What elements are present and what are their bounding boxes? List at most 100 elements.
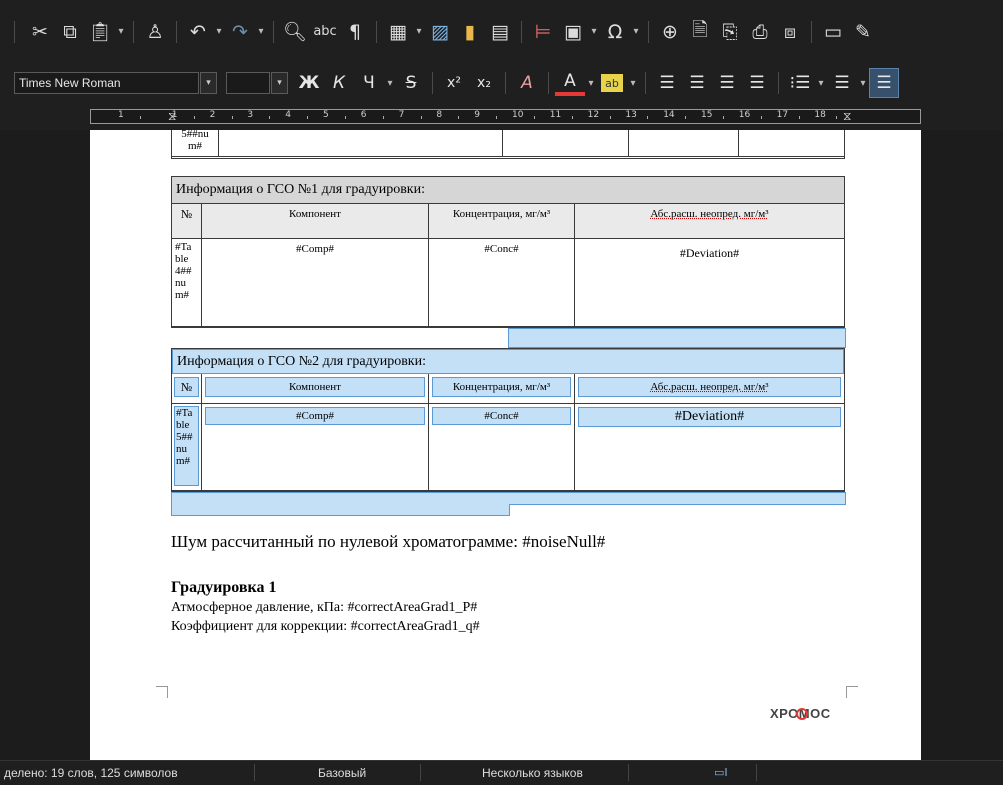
selection-count[interactable]: делено: 19 слов, 125 символов [4, 766, 178, 780]
page-style[interactable]: Базовый [318, 766, 366, 780]
redo-dropdown-icon[interactable]: ▾ [255, 17, 267, 47]
insert-mode-icon[interactable]: ▭I [714, 766, 728, 779]
highlight-button[interactable]: ab [601, 74, 623, 92]
deviation-cell[interactable]: #Deviation# [575, 239, 844, 327]
horizontal-ruler[interactable]: 1 1 2 3 4 5 6 7 8 9 10 11 12 13 14 15 16 17 18 ⧖ ⧖ [0, 103, 1003, 130]
spellcheck-icon[interactable]: abc [310, 17, 340, 47]
footnote-icon[interactable]: 🗎︎ [685, 17, 715, 47]
pressure-line[interactable]: Атмосферное давление, кПа: #correctAreaG… [171, 600, 477, 616]
component-cell[interactable]: #Comp# [202, 404, 429, 491]
paste-icon[interactable]: 📋︎ [85, 17, 115, 47]
unordered-list-icon[interactable]: ⁝☰ [785, 68, 815, 98]
superscript-button[interactable]: x² [439, 68, 469, 98]
coef-line[interactable]: Коэффициент для коррекции: #correctAreaG… [171, 619, 480, 635]
insert-field-icon[interactable]: ▣ [558, 17, 588, 47]
cross-reference-icon[interactable]: ⧈ [775, 17, 805, 47]
table-caption[interactable]: Информация о ГСО №2 для градуировки: [172, 349, 844, 374]
align-center-icon[interactable]: ☰ [682, 68, 712, 98]
font-name-box[interactable]: Times New Roman [14, 72, 199, 94]
paste-dropdown-icon[interactable]: ▾ [115, 17, 127, 47]
header-concentration[interactable]: Концентрация, мг/м³ [429, 374, 575, 404]
text-language[interactable]: Несколько языков [482, 766, 583, 780]
header-concentration[interactable]: Концентрация, мг/м³ [429, 204, 575, 239]
comment-icon[interactable]: ▭ [818, 17, 848, 47]
cut-icon[interactable]: ✂ [25, 17, 55, 47]
hyperlink-icon[interactable]: ⊕ [655, 17, 685, 47]
ordered-list-dropdown-icon[interactable]: ▾ [857, 68, 869, 98]
gso2-table[interactable]: Информация о ГСО №2 для градуировки: № К… [171, 348, 845, 492]
insert-table-icon[interactable]: ▦ [383, 17, 413, 47]
align-left-icon[interactable]: ☰ [652, 68, 682, 98]
table-cell[interactable]: 5##nu m# [172, 130, 219, 157]
clear-formatting-icon[interactable]: A [512, 68, 542, 98]
field-dropdown-icon[interactable]: ▾ [588, 17, 600, 47]
italic-button[interactable]: К [324, 68, 354, 98]
page-break-icon[interactable]: ⊨ [528, 17, 558, 47]
insert-chart-icon[interactable]: ▮ [455, 17, 485, 47]
deviation-text[interactable]: #Deviation# [578, 407, 841, 427]
header-component[interactable]: Компонент [202, 374, 429, 404]
header-component-text[interactable]: Компонент [205, 377, 425, 397]
font-size-dropdown-icon[interactable]: ▾ [271, 72, 288, 94]
grad-title[interactable]: Градуировка 1 [171, 579, 277, 597]
header-deviation[interactable]: Абс.расш. неопред. мг/м³ [575, 204, 844, 239]
left-indent-marker[interactable]: ⧖ [168, 109, 176, 124]
endnote-icon[interactable]: ⎘ [715, 17, 745, 47]
concentration-cell[interactable]: #Conc# [429, 239, 575, 327]
special-character-icon[interactable]: Ω [600, 17, 630, 47]
right-indent-marker[interactable]: ⧖ [843, 109, 851, 124]
find-replace-icon[interactable]: 🔍︎ [280, 17, 310, 47]
align-right-icon[interactable]: ☰ [712, 68, 742, 98]
noise-line[interactable]: Шум рассчитанный по нулевой хроматограмм… [171, 532, 605, 552]
underline-dropdown-icon[interactable]: ▾ [384, 68, 396, 98]
concentration-cell[interactable]: #Conc# [429, 404, 575, 491]
font-color-button[interactable]: A [555, 70, 585, 96]
table-cell[interactable] [629, 130, 739, 157]
font-color-dropdown-icon[interactable]: ▾ [585, 68, 597, 98]
insert-textbox-icon[interactable]: ▤ [485, 17, 515, 47]
undo-icon[interactable]: ↶ [183, 17, 213, 47]
deviation-cell[interactable]: #Deviation# [575, 404, 844, 491]
row-number-cell[interactable]: #Ta ble 4## nu m# [172, 239, 202, 327]
previous-table-tail[interactable]: 5##nu m# [171, 130, 845, 159]
row-number-cell[interactable]: #Ta ble 5## nu m# [172, 404, 202, 491]
insert-image-icon[interactable]: ▨ [425, 17, 455, 47]
header-concentration-text[interactable]: Концентрация, мг/м³ [432, 377, 571, 397]
track-changes-icon[interactable]: ✎ [848, 17, 878, 47]
copy-icon[interactable]: ⧉ [55, 17, 85, 47]
bookmark-icon[interactable]: ⎙ [745, 17, 775, 47]
table-dropdown-icon[interactable]: ▾ [413, 17, 425, 47]
no-list-icon[interactable]: ☰ [869, 68, 899, 98]
table-cell[interactable] [739, 130, 845, 157]
table-caption[interactable]: Информация о ГСО №1 для градуировки: [172, 177, 844, 204]
row-number-text[interactable]: #Ta ble 5## nu m# [174, 406, 199, 486]
formatting-marks-icon[interactable]: ¶ [340, 17, 370, 47]
ruler-track[interactable]: 1 1 2 3 4 5 6 7 8 9 10 11 12 13 14 15 16 17 18 ⧖ ⧖ [90, 109, 921, 124]
unordered-list-dropdown-icon[interactable]: ▾ [815, 68, 827, 98]
undo-dropdown-icon[interactable]: ▾ [213, 17, 225, 47]
justify-icon[interactable]: ☰ [742, 68, 772, 98]
bold-button[interactable]: Ж [294, 68, 324, 98]
special-character-dropdown-icon[interactable]: ▾ [630, 17, 642, 47]
ordered-list-icon[interactable]: ☰ [827, 68, 857, 98]
table-cell[interactable] [219, 130, 503, 157]
document-page[interactable]: 5##nu m# Информация о ГСО №1 для градуир… [90, 130, 921, 760]
component-text[interactable]: #Comp# [205, 407, 425, 425]
clone-formatting-icon[interactable]: ♙ [140, 17, 170, 47]
gso1-table[interactable]: Информация о ГСО №1 для градуировки: № К… [171, 176, 845, 328]
font-size-box[interactable] [226, 72, 270, 94]
subscript-button[interactable]: x₂ [469, 68, 499, 98]
header-number[interactable]: № [172, 204, 202, 239]
concentration-text[interactable]: #Conc# [432, 407, 571, 425]
component-cell[interactable]: #Comp# [202, 239, 429, 327]
header-number[interactable]: № [172, 374, 202, 404]
header-deviation-text[interactable]: Абс.расш. неопред. мг/м³ [578, 377, 841, 397]
redo-icon[interactable]: ↷ [225, 17, 255, 47]
header-deviation[interactable]: Абс.расш. неопред. мг/м³ [575, 374, 844, 404]
highlight-dropdown-icon[interactable]: ▾ [627, 68, 639, 98]
header-component[interactable]: Компонент [202, 204, 429, 239]
font-name-dropdown-icon[interactable]: ▾ [200, 72, 217, 94]
underline-button[interactable]: Ч [354, 68, 384, 98]
header-number-text[interactable]: № [174, 377, 199, 397]
table-cell[interactable] [503, 130, 629, 157]
